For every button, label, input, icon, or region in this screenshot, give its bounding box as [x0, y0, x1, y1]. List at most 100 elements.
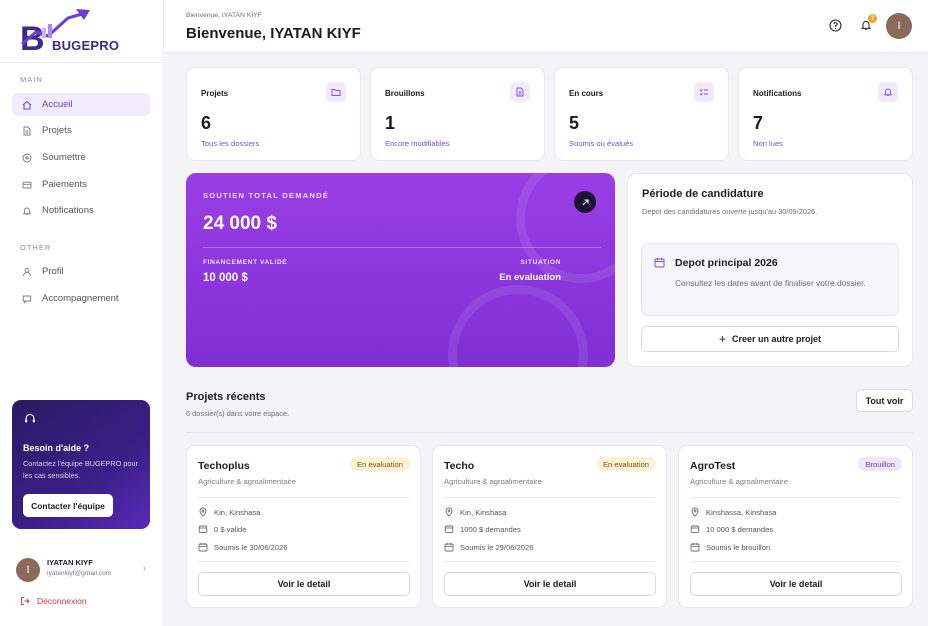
divider	[203, 247, 601, 248]
bell-icon	[22, 207, 32, 215]
help-button[interactable]	[827, 17, 843, 33]
sidebar-item-label: Projets	[42, 125, 72, 136]
validated-amount: 10 000 $	[203, 272, 248, 284]
plus-circle-icon	[22, 153, 32, 162]
user-name: IYATAN KIYF	[47, 558, 93, 567]
svg-text:B: B	[20, 20, 45, 56]
brand-logo[interactable]: B BUGEPRO	[18, 6, 119, 58]
bell-icon	[878, 82, 898, 102]
plus-icon: +	[718, 332, 726, 346]
stat-subtitle: Soumis ou évalués	[569, 139, 634, 148]
folder-icon	[326, 82, 346, 102]
location-text: Kinshassa, Kinshasa	[706, 507, 777, 517]
project-amount: 0 $ valide	[198, 524, 247, 534]
project-name: AgroTest	[690, 460, 736, 472]
section-label-other: OTHER	[20, 243, 52, 252]
divider	[690, 561, 901, 562]
calendar-icon	[444, 543, 454, 552]
user-profile[interactable]: I IYATAN KIYF iyatankiyf@gmail.com ›	[16, 556, 156, 584]
date-text: Soumis le 29/06/2026	[460, 542, 534, 552]
sidebar-item-accueil[interactable]: Accueil	[12, 93, 150, 116]
project-category: Agriculture & agroalimentaire	[444, 477, 542, 486]
section-label-main: MAIN	[20, 75, 43, 84]
sidebar-item-label: Profil	[42, 266, 64, 277]
stat-value: 5	[569, 113, 580, 133]
arrow-up-right-icon	[582, 198, 589, 205]
amount-text: 0 $ valide	[214, 524, 247, 534]
sidebar-item-soumettre[interactable]: Soumettre	[12, 146, 150, 169]
notification-badge: 7	[868, 14, 877, 23]
user-email: iyatankiyf@gmail.com	[47, 570, 112, 577]
breadcrumb: Bienvenue, IYATAN KIYF	[186, 12, 262, 19]
logout-icon	[21, 597, 30, 605]
card-icon	[22, 181, 32, 188]
sidebar: B BUGEPRO MAIN Accueil Projets Soumettre…	[0, 0, 164, 626]
help-card: Besoin d'aide ? Contactez l'équipe BUGEP…	[12, 400, 150, 529]
chevron-right-icon: ›	[143, 563, 146, 573]
user-icon	[23, 267, 31, 276]
wallet-icon	[444, 525, 454, 533]
stat-value: 6	[201, 113, 212, 133]
stat-label: Projets	[201, 89, 229, 98]
divider	[198, 561, 409, 562]
page-title: Bienvenue, IYATAN KIYF	[186, 25, 361, 42]
stat-label: Brouillons	[385, 89, 425, 98]
recent-projects-subtitle: 6 dossier(s) dans votre espace.	[186, 409, 290, 418]
sidebar-item-projets[interactable]: Projets	[12, 119, 150, 142]
amount-text: 1000 $ demandes	[460, 524, 521, 534]
sidebar-item-accompagnement[interactable]: Accompagnement	[12, 287, 150, 310]
sidebar-item-paiements[interactable]: Paiements	[12, 173, 150, 196]
wallet-icon	[198, 525, 208, 533]
calendar-icon	[654, 258, 665, 268]
headset-icon	[25, 413, 35, 423]
logout-button[interactable]: Déconnexion	[20, 596, 87, 606]
project-category: Agriculture & agroalimentaire	[690, 477, 788, 486]
total-support-card: SOUTIEN TOTAL DEMANDÉ 24 000 $ FINANCEME…	[186, 173, 615, 367]
sidebar-item-label: Paiements	[42, 179, 87, 190]
decor-ring	[516, 173, 615, 283]
divider	[444, 561, 655, 562]
situation-value: En evaluation	[499, 272, 561, 283]
notifications-button[interactable]: 7	[858, 14, 877, 33]
project-card-techo: Techo Agriculture & agroalimentaire En e…	[432, 445, 667, 608]
create-project-label: Creer un autre projet	[731, 334, 822, 344]
header-avatar[interactable]: I	[886, 13, 912, 39]
stat-label: En cours	[569, 89, 604, 98]
divider	[444, 497, 655, 498]
project-amount: 1000 $ demandes	[444, 524, 521, 534]
calendar-icon	[690, 543, 700, 552]
stat-label: Notifications	[753, 89, 802, 98]
situation-label: SITUATION	[520, 259, 561, 266]
location-text: Kin, Kinshasa	[460, 507, 507, 517]
project-date: Soumis le brouillon	[690, 542, 770, 552]
avatar: I	[16, 558, 40, 582]
open-details-button[interactable]	[574, 191, 596, 213]
home-icon	[22, 100, 32, 109]
project-location: Kinshassa, Kinshasa	[690, 507, 777, 517]
calendar-icon	[198, 543, 208, 552]
deposit-title: Depot principal 2026	[675, 257, 778, 269]
view-all-button[interactable]: Tout voir	[856, 389, 913, 412]
view-detail-button[interactable]: Voir le detail	[444, 572, 656, 596]
view-detail-button[interactable]: Voir le detail	[690, 572, 902, 596]
sidebar-item-notifications[interactable]: Notifications	[12, 199, 150, 222]
location-text: Kin, Kinshasa	[214, 507, 261, 517]
checklist-icon	[694, 82, 714, 102]
project-date: Soumis le 29/06/2026	[444, 542, 533, 552]
stat-card-notifications[interactable]: Notifications 7 Non lues	[738, 67, 913, 161]
stat-card-brouillons[interactable]: Brouillons 1 Encore modifiables	[370, 67, 545, 161]
status-badge: En evaluation	[595, 457, 656, 471]
date-text: Soumis le 30/06/2026	[214, 542, 288, 552]
location-pin-icon	[199, 507, 207, 517]
status-badge: En evaluation	[349, 457, 410, 471]
view-detail-button[interactable]: Voir le detail	[198, 572, 410, 596]
contact-team-button[interactable]: Contacter l'équipe	[23, 494, 113, 517]
period-description: Depot des candidatures ouverte jusqu'au …	[642, 207, 818, 216]
stat-card-projets[interactable]: Projets 6 Tous les dossiers	[186, 67, 361, 161]
total-label: SOUTIEN TOTAL DEMANDÉ	[203, 191, 330, 200]
stat-card-en-cours[interactable]: En cours 5 Soumis ou évalués	[554, 67, 729, 161]
project-name: Techoplus	[198, 460, 250, 472]
location-pin-icon	[445, 507, 453, 517]
sidebar-item-profil[interactable]: Profil	[12, 260, 150, 283]
create-project-button[interactable]: + Creer un autre projet	[641, 326, 899, 352]
